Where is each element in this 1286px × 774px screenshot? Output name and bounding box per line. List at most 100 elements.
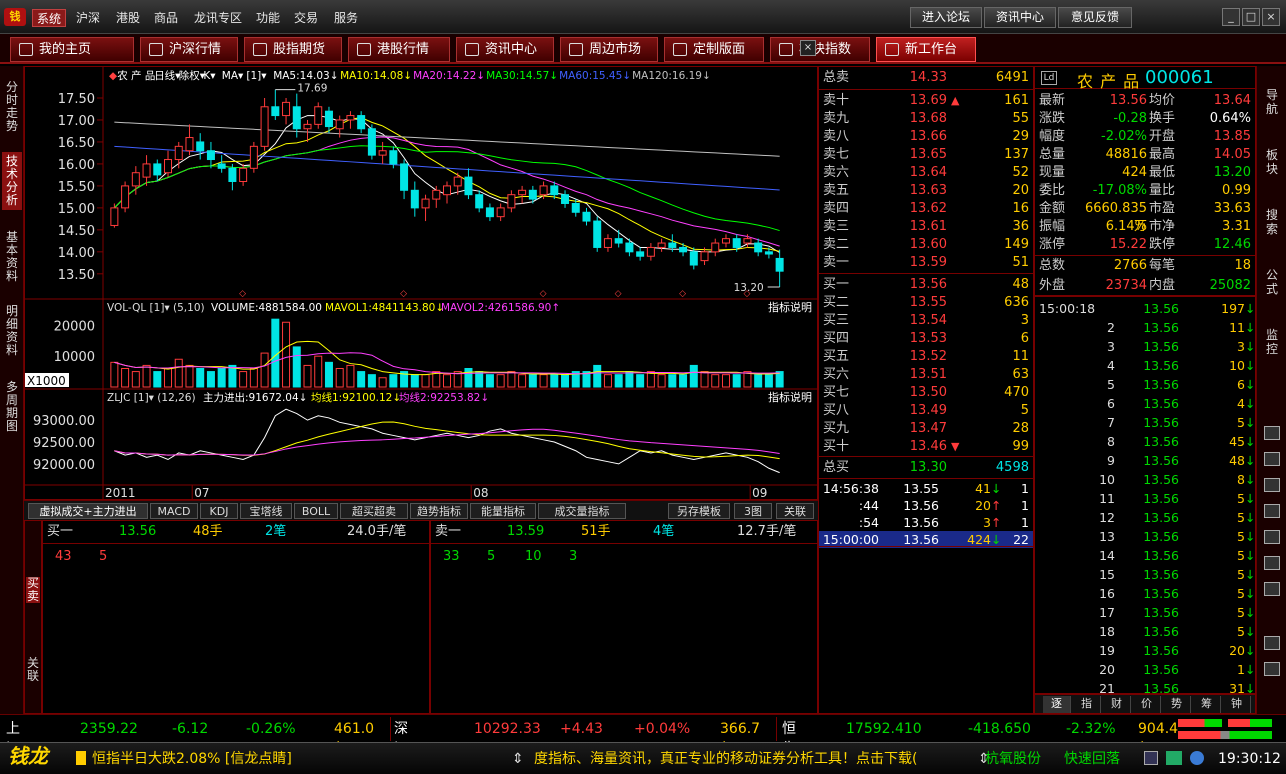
trade-side-tabs: 买卖 关联 [24,520,42,714]
stock-icon[interactable]: Ld [1041,71,1057,85]
indicator-tab-0[interactable]: 虚拟成交+主力进出 [28,503,148,519]
candle-body [303,123,312,130]
minimize-icon[interactable]: _ [1222,8,1240,26]
quote-label: 买一 [823,277,850,292]
right-tab-3[interactable]: 公 式 [1260,268,1284,296]
indicator-tab-5[interactable]: 超买超卖 [340,503,408,519]
tick-view-button-1[interactable]: 指 [1073,696,1101,713]
calendar-icon[interactable] [1144,751,1158,765]
tick-volume: 3 [1237,339,1245,354]
ticker-alert-link[interactable]: 快速回落 [1064,749,1120,769]
right-tab-2[interactable]: 搜 索 [1260,208,1284,236]
tool-icon-4[interactable] [1264,530,1280,544]
trade-time: 14:56:38 [822,481,879,496]
forum-button[interactable]: 进入论坛 [910,7,982,28]
tool-icon-8[interactable] [1264,662,1280,676]
kline-chart[interactable]: ◆ 农 产 品日线▾除权▾K▾ MA▾ [1]▾ MA5:14.03↓ MA10:14.0… [25,67,817,500]
left-tab-3[interactable]: 明 细 资 料 [2,302,22,360]
info-value: 424 [1122,165,1147,180]
tab-buy-sell[interactable]: 买卖 [26,577,40,603]
tab-3[interactable]: 港股行情 [348,37,450,62]
indicator-tab-6[interactable]: 趋势指标 [410,503,468,519]
info-label-2: 市盈 [1149,201,1176,216]
tab-2[interactable]: 股指期货 [244,37,342,62]
tab-1[interactable]: 沪深行情 [140,37,238,62]
menu-item-2[interactable]: 港股 [112,9,144,27]
indicator-tab-4[interactable]: BOLL [294,503,338,519]
tab-related[interactable]: 关联 [26,657,40,683]
right-tab-0[interactable]: 导 航 [1260,88,1284,116]
menu-item-7[interactable]: 服务 [330,9,362,27]
quote-volume: 99 [1012,439,1029,454]
scroll-arrows-icon[interactable]: ⇕ [512,749,524,769]
tool-icon-1[interactable] [1264,452,1280,466]
kline-chart-panel[interactable]: ◆ 农 产 品日线▾ 除权▾ K▾ MA▾ [1]▾ MA5:14.03↓ MA10:14.0… [24,66,818,500]
maximize-icon[interactable]: □ [1242,8,1260,26]
index-value: 2359.22 [80,721,138,737]
tick-view-button-4[interactable]: 势 [1163,696,1191,713]
tab-6[interactable]: 定制版面 [664,37,764,62]
indicator-tab-10[interactable]: 3图 [734,503,772,519]
tool-icon-3[interactable] [1264,504,1280,518]
market-breadth-bars-3 [1178,731,1272,739]
news-headline[interactable]: 恒指半日大跌2.08% [信龙点睛] [92,749,292,769]
right-tab-1[interactable]: 板 块 [1260,148,1284,176]
tick-row: 12 13.56 5 ↓ [1035,508,1255,527]
menu-item-6[interactable]: 交易 [290,9,322,27]
menu-item-5[interactable]: 功能 [252,9,284,27]
price-tick: 15.50 [58,180,95,195]
right-tab-4[interactable]: 监 控 [1260,328,1284,356]
info-label: 外盘 [1039,278,1066,293]
ticker-stock-link[interactable]: 杭氧股份 [985,749,1041,769]
indicator-tab-7[interactable]: 能量指标 [470,503,536,519]
indicator-tab-11[interactable]: 关联 [776,503,814,519]
tab-4[interactable]: 资讯中心 [456,37,554,62]
left-tab-0[interactable]: 分 时 走 势 [2,78,22,136]
indicator-tab-3[interactable]: 宝塔线 [240,503,292,519]
tab-7[interactable]: 板块指数 [770,37,870,62]
tab-0[interactable]: 我的主页 [10,37,134,62]
tab-close-icon[interactable]: × [800,40,816,56]
left-tab-1[interactable]: 技 术 分 析 [2,152,22,210]
tab-5[interactable]: 周边市场 [560,37,658,62]
candle-body [507,194,516,209]
menu-item-4[interactable]: 龙讯专区 [190,9,246,27]
quote-volume: 11 [1012,349,1029,364]
mavol2-line [114,352,780,375]
indicator-tab-9[interactable]: 另存模板 [668,503,730,519]
tool-icon-6[interactable] [1264,582,1280,596]
feedback-button[interactable]: 意见反馈 [1058,7,1132,28]
menu-item-3[interactable]: 商品 [150,9,182,27]
trade-count: 1 [1021,498,1029,513]
candle-body [625,242,634,253]
tool-icon-2[interactable] [1264,478,1280,492]
candle-body [389,150,398,165]
info-label: 涨停 [1039,237,1066,252]
menu-item-0[interactable]: 系统 [32,9,67,27]
indicator-tab-2[interactable]: KDJ [200,503,238,519]
left-tab-4[interactable]: 多 周 期 图 [2,378,22,436]
info-value-2: 3.31 [1222,219,1251,234]
tick-view-button-2[interactable]: 财 [1103,696,1131,713]
candle-body [582,211,591,222]
indicator-tab-8[interactable]: 成交量指标 [538,503,626,519]
tick-list-panel[interactable]: 15:00:18 13.56 197 ↓ 2 13.56 11 ↓ 3 13.56 3 ↓ 4 13.56… [1034,296,1256,696]
tool-icon-0[interactable] [1264,426,1280,440]
close-icon[interactable]: × [1262,8,1280,26]
tab-8[interactable]: 新工作台 [876,37,976,62]
indicator-tab-1[interactable]: MACD [150,503,198,519]
tick-time: 6 [1107,396,1115,411]
tool-icon-7[interactable] [1264,636,1280,650]
left-tab-2[interactable]: 基 本 资 料 [2,228,22,286]
menu-item-1[interactable]: 沪深 [72,9,104,27]
tick-row: 9 13.56 48 ↓ [1035,451,1255,470]
volume-bar [282,321,291,388]
volume-bar [464,368,473,388]
tick-view-button-6[interactable]: 钟 [1223,696,1251,713]
news-center-button[interactable]: 资讯中心 [984,7,1056,28]
news-ticker[interactable]: 度指标、海量资讯，真正专业的移动证券分析工具！点击下载( [534,749,972,769]
tick-view-button-0[interactable]: 逐 [1043,696,1071,713]
tool-icon-5[interactable] [1264,556,1280,570]
tick-view-button-3[interactable]: 价 [1133,696,1161,713]
tick-view-button-5[interactable]: 筹 [1193,696,1221,713]
